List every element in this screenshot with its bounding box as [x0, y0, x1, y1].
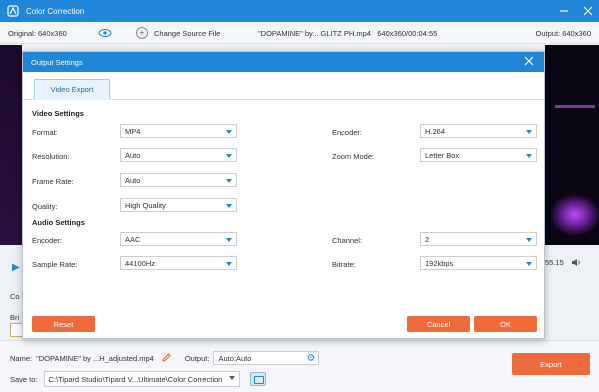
preview-highlight	[555, 105, 595, 108]
resolution-label: Resolution:	[32, 152, 70, 161]
channel-select[interactable]: 2	[420, 232, 537, 246]
preview-glow	[551, 195, 599, 235]
chevron-down-icon	[226, 204, 232, 208]
file-name: "DOPAMINE" by... GLITZ PH.mp4	[258, 29, 371, 38]
audio-settings-heading: Audio Settings	[32, 218, 85, 227]
resolution-value: Auto	[125, 150, 141, 160]
eye-icon[interactable]	[98, 28, 112, 40]
video-settings-heading: Video Settings	[32, 109, 84, 118]
change-source-button[interactable]: Change Source File	[154, 29, 220, 38]
add-icon[interactable]: +	[136, 27, 148, 39]
chevron-down-icon	[226, 154, 232, 158]
name-output-row: Name: "DOPAMINE" by ...H_adjusted.mp4 Ou…	[10, 351, 320, 365]
original-resolution: Original: 640x360	[8, 29, 67, 38]
channel-label: Channel:	[332, 236, 363, 245]
player-controls: 55.15	[545, 258, 580, 267]
folder-icon[interactable]	[249, 372, 266, 386]
frame-rate-value: Auto	[125, 175, 141, 185]
chevron-down-icon	[226, 262, 232, 266]
window-controls	[559, 0, 593, 22]
video-encoder-value: H.264	[425, 126, 446, 136]
resolution-select[interactable]: Auto	[120, 148, 237, 162]
channel-value: 2	[425, 234, 430, 244]
save-to-label: Save to:	[10, 374, 38, 384]
save-path-select[interactable]: C:\Tipard Studio\Tipard V...Ultimate\Col…	[43, 371, 240, 387]
chevron-down-icon	[526, 238, 532, 242]
dialog-title-bar: Output Settings	[23, 52, 544, 72]
quality-label: Quality:	[32, 202, 58, 211]
save-path-value: C:\Tipard Studio\Tipard V...Ultimate\Col…	[48, 374, 223, 384]
export-button[interactable]: Export	[512, 353, 590, 375]
audio-encoder-label: Encoder:	[32, 236, 63, 245]
app-logo-icon	[6, 4, 20, 18]
close-icon[interactable]	[524, 56, 534, 69]
format-label: Format:	[32, 128, 58, 137]
chevron-down-icon	[226, 130, 232, 134]
reset-button[interactable]: Reset	[32, 316, 95, 332]
zoom-mode-select[interactable]: Letter Box	[420, 148, 537, 162]
zoom-mode-label: Zoom Mode:	[332, 152, 375, 161]
bitrate-label: Bitrate:	[332, 260, 356, 269]
title-bar: Color Correction	[0, 0, 599, 22]
close-window-icon[interactable]	[583, 6, 593, 16]
name-value: "DOPAMINE" by ...H_adjusted.mp4	[36, 353, 154, 363]
output-label: Output:	[184, 353, 210, 363]
bitrate-select[interactable]: 192kbps	[420, 256, 537, 270]
gear-icon[interactable]: ⚙	[306, 353, 315, 364]
edit-name-icon[interactable]	[162, 352, 171, 364]
dialog-tab-bar: Video Export	[23, 72, 544, 100]
save-to-row: Save to: C:\Tipard Studio\Tipard V...Ult…	[10, 371, 266, 387]
quality-value: High Quality	[125, 200, 166, 210]
audio-encoder-value: AAC	[125, 234, 141, 244]
chevron-down-icon	[526, 130, 532, 134]
chevron-down-icon	[526, 154, 532, 158]
chevron-down-icon	[226, 238, 232, 242]
name-label: Name:	[10, 353, 33, 363]
tab-video-export[interactable]: Video Export	[34, 79, 110, 100]
video-encoder-label: Encoder:	[332, 128, 363, 137]
sample-rate-value: 44100Hz	[125, 258, 156, 268]
minimize-icon[interactable]	[559, 6, 569, 16]
play-icon[interactable]: ▶	[12, 262, 20, 273]
file-details: 640x360/00:04:55	[377, 29, 438, 38]
output-settings-dialog: Output Settings Video Export Video Setti…	[22, 51, 545, 339]
chevron-down-icon	[226, 179, 232, 183]
sample-rate-label: Sample Rate:	[32, 260, 78, 269]
output-format-value: Auto;Auto	[218, 353, 252, 363]
brightness-fragment-label: Bri	[10, 313, 20, 322]
chevron-down-icon	[526, 262, 532, 266]
output-format-field[interactable]: Auto;Auto ⚙	[213, 351, 320, 365]
dialog-title: Output Settings	[31, 57, 83, 67]
format-select[interactable]: MP4	[120, 124, 237, 138]
ok-button[interactable]: OK	[474, 316, 537, 332]
sample-rate-select[interactable]: 44100Hz	[120, 256, 237, 270]
frame-rate-select[interactable]: Auto	[120, 173, 237, 187]
audio-encoder-select[interactable]: AAC	[120, 232, 237, 246]
bottom-bar: Name: "DOPAMINE" by ...H_adjusted.mp4 Ou…	[0, 340, 599, 392]
format-value: MP4	[125, 126, 141, 136]
quality-select[interactable]: High Quality	[120, 198, 237, 212]
settings-fragment-label: Co	[10, 292, 20, 301]
window-title: Color Correction	[26, 6, 85, 16]
video-encoder-select[interactable]: H.264	[420, 124, 537, 138]
original-preview	[0, 45, 22, 245]
file-info: "DOPAMINE" by... GLITZ PH.mp4 640x360/00…	[258, 29, 437, 38]
output-preview	[545, 45, 599, 245]
time-display: 55.15	[545, 258, 564, 267]
cancel-button[interactable]: Cancel	[407, 316, 470, 332]
frame-rate-label: Frame Rate:	[32, 177, 74, 186]
chevron-down-icon	[228, 376, 235, 380]
output-resolution: Output: 640x360	[535, 29, 591, 38]
volume-icon[interactable]	[571, 258, 581, 269]
info-bar: Original: 640x360 + Change Source File "…	[0, 22, 599, 44]
zoom-mode-value: Letter Box	[425, 150, 460, 160]
bitrate-value: 192kbps	[425, 258, 454, 268]
